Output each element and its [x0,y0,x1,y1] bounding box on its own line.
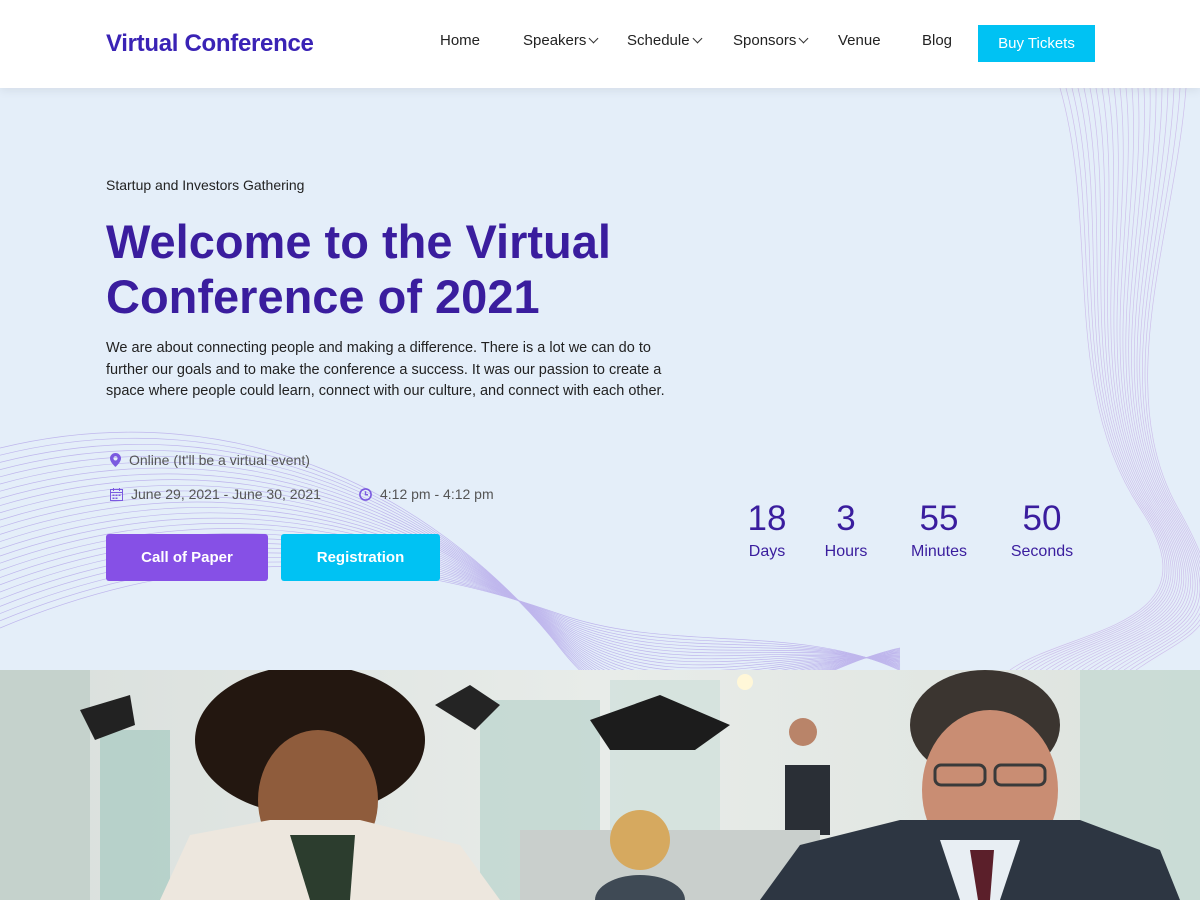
nav-schedule-label: Schedule [627,32,690,49]
hero-headline: Welcome to the Virtual Conference of 202… [106,215,611,323]
nav-home-label: Home [440,32,481,49]
countdown-days: 18 Days [742,498,792,562]
hero-photo [0,670,1200,900]
site-logo[interactable]: Virtual Conference [106,30,314,58]
chevron-down-icon [798,33,809,44]
countdown-minutes-value: 55 [919,499,959,538]
nav-speakers[interactable]: Speakers [523,32,599,49]
dates-text: June 29, 2021 - June 30, 2021 [131,486,321,502]
nav-schedule[interactable]: Schedule [627,32,703,49]
nav-blog-label: Blog [922,32,953,49]
nav-sponsors-label: Sponsors [733,32,797,49]
hero-description: We are about connecting people and makin… [106,340,665,399]
buy-tickets-button[interactable]: Buy Tickets [978,25,1095,62]
event-location: Online (It'll be a virtual event) [110,452,310,468]
map-pin-icon [110,453,121,467]
event-dates: June 29, 2021 - June 30, 2021 [110,486,321,502]
office-meeting-image [0,670,1200,900]
registration-button[interactable]: Registration [281,534,440,581]
chevron-down-icon [588,33,599,44]
nav-sponsors[interactable]: Sponsors [733,32,809,49]
hero-subtitle: Startup and Investors Gathering [106,177,305,193]
nav-speakers-label: Speakers [523,32,587,49]
nav-venue-label: Venue [838,32,881,49]
countdown-seconds-label: Seconds [1010,543,1074,560]
countdown-minutes-label: Minutes [910,543,968,560]
countdown-minutes: 55 Minutes [902,498,976,562]
countdown-days-value: 18 [747,499,787,538]
countdown-seconds-value: 50 [1022,499,1062,538]
countdown-hours-value: 3 [836,499,856,538]
chevron-down-icon [692,33,703,44]
countdown-hours-label: Hours [824,543,868,560]
hero-section: Startup and Investors Gathering Welcome … [0,88,1200,670]
nav-venue[interactable]: Venue [838,32,881,49]
countdown-hours: 3 Hours [816,498,876,562]
event-time: 4:12 pm - 4:12 pm [359,486,494,502]
call-of-paper-button[interactable]: Call of Paper [106,534,268,581]
nav-blog[interactable]: Blog [922,32,952,49]
countdown-seconds: 50 Seconds [1003,498,1081,562]
time-text: 4:12 pm - 4:12 pm [380,486,494,502]
countdown-days-label: Days [748,543,786,560]
nav-home[interactable]: Home [440,32,480,49]
calendar-icon [110,487,123,501]
site-header: Virtual Conference Home Speakers Schedul… [0,0,1200,88]
clock-icon [359,487,372,501]
location-text: Online (It'll be a virtual event) [129,452,310,468]
